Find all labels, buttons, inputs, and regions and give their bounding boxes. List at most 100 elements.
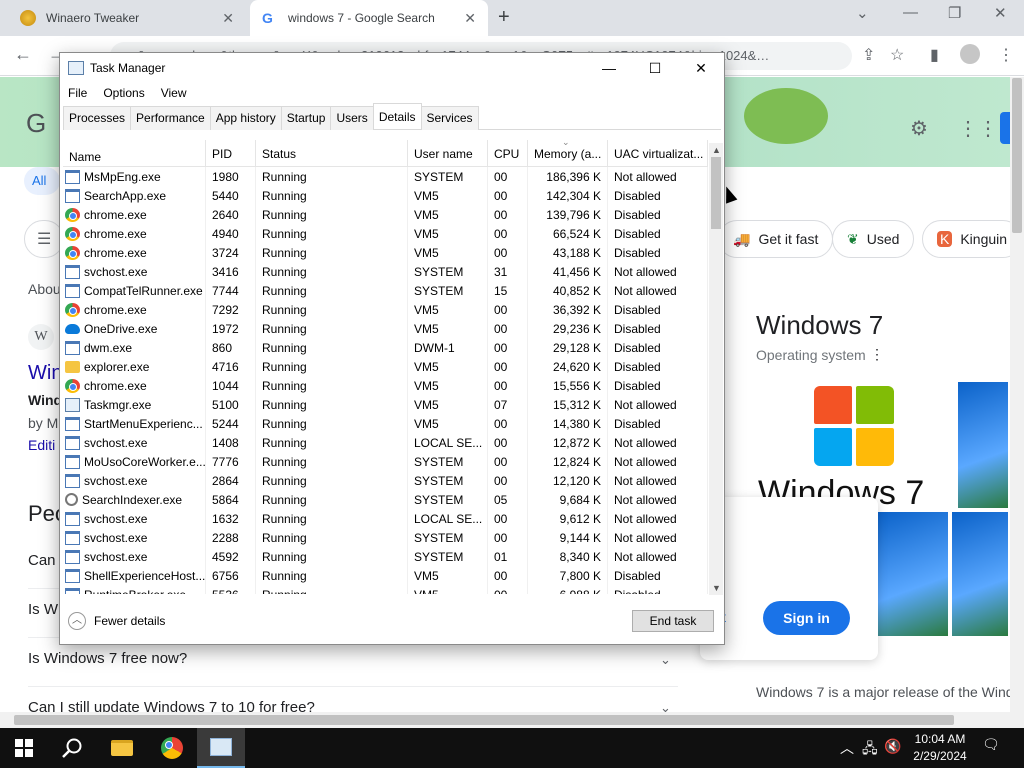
close-window-icon[interactable]: ✕ — [994, 4, 1007, 22]
table-row[interactable]: SearchIndexer.exe 5864 Running SYSTEM 05 9,68… — [63, 490, 708, 509]
column-header-name[interactable]: Name — [63, 140, 206, 166]
table-row[interactable]: svchost.exe 2288 Running SYSTEM 00 9,144 K Not… — [63, 528, 708, 547]
tab-processes[interactable]: Processes — [63, 106, 132, 130]
tab-close-icon[interactable]: ✕ — [222, 10, 234, 27]
table-row[interactable]: chrome.exe 2640 Running VM5 00 139,796 K Disab… — [63, 205, 708, 224]
bookmark-star-icon[interactable]: ☆ — [890, 45, 904, 65]
browser-menu-icon[interactable]: ⋮ — [998, 45, 1014, 65]
scroll-down-arrow-icon[interactable]: ▼ — [712, 583, 721, 593]
menu-options[interactable]: Options — [95, 83, 152, 105]
tab-services[interactable]: Services — [420, 106, 479, 130]
side-panel-icon[interactable]: ▮ — [930, 45, 939, 65]
table-row[interactable]: chrome.exe 4940 Running VM5 00 66,524 K Disabl… — [63, 224, 708, 243]
tab-google-search[interactable]: G windows 7 - Google Search ✕ — [250, 0, 488, 36]
column-header-pid[interactable]: PID — [206, 140, 256, 166]
kp-thumbnail[interactable] — [952, 512, 1008, 636]
minimize-icon[interactable]: — — [903, 4, 918, 21]
tm-minimize-icon[interactable]: — — [586, 53, 632, 83]
tab-search-chevron-icon[interactable]: ⌄ — [856, 4, 869, 22]
tab-winaero-tweaker[interactable]: Winaero Tweaker ✕ — [8, 0, 246, 36]
table-row[interactable]: svchost.exe 2864 Running SYSTEM 00 12,120 K No… — [63, 471, 708, 490]
column-header-status[interactable]: Status — [256, 140, 408, 166]
table-row[interactable]: MoUsoCoreWorker.e... 7776 Running SYSTEM 00 1… — [63, 452, 708, 471]
table-row[interactable]: dwm.exe 860 Running DWM-1 00 29,128 K Disabled — [63, 338, 708, 357]
start-windows-icon[interactable] — [0, 728, 48, 768]
table-row[interactable]: Taskmgr.exe 5100 Running VM5 07 15,312 K Not a… — [63, 395, 708, 414]
table-row[interactable]: explorer.exe 4716 Running VM5 00 24,620 K Disa… — [63, 357, 708, 376]
faq-item[interactable]: Is Wi — [28, 601, 61, 618]
table-row[interactable]: chrome.exe 3724 Running VM5 00 43,188 K Disabl… — [63, 243, 708, 262]
table-row[interactable]: ShellExperienceHost... 6756 Running VM5 00 7,… — [63, 566, 708, 585]
table-row[interactable]: MsMpEng.exe 1980 Running SYSTEM 00 186,396 KN… — [63, 167, 708, 186]
process-name-cell: OneDrive.exe — [63, 319, 206, 338]
taskbar-clock[interactable]: 10:04 AM 2/29/2024 — [908, 731, 972, 765]
table-row[interactable]: RuntimeBroker.exe 5536RunningVM5006,988 K… — [63, 585, 708, 594]
table-row[interactable]: svchost.exe 1408 Running LOCAL SE... 00 12,87… — [63, 433, 708, 452]
tab-users[interactable]: Users — [330, 106, 374, 130]
search-tools-filter-icon[interactable]: ☰ — [24, 220, 64, 258]
faq-expand-chevron-icon[interactable]: ⌄ — [660, 652, 671, 668]
tab-startup[interactable]: Startup — [280, 106, 332, 130]
faq-item[interactable]: Can — [28, 552, 56, 569]
chip-used[interactable]: ❦ Used — [832, 220, 915, 258]
new-tab-plus-icon[interactable]: + — [498, 6, 510, 29]
tab-performance[interactable]: Performance — [130, 106, 211, 130]
chip-get-it-fast[interactable]: 🚚 Get it fast — [718, 220, 834, 258]
taskbar-search-icon[interactable] — [48, 728, 96, 768]
table-row[interactable]: OneDrive.exe 1972 Running VM5 00 29,236 K Disa… — [63, 319, 708, 338]
table-row[interactable]: StartMenuExperienc... 5244 Running VM5 00 14,… — [63, 414, 708, 433]
google-account-avatar[interactable] — [1000, 112, 1010, 144]
result-title-fragment[interactable]: Win — [28, 362, 62, 385]
faq-item[interactable]: Is Windows 7 free now? — [28, 650, 187, 667]
user-name-cell: VM5 — [408, 414, 488, 433]
tab-close-icon[interactable]: ✕ — [464, 10, 476, 27]
tab-details[interactable]: Details — [372, 103, 422, 128]
process-name-text: chrome.exe — [84, 226, 147, 241]
settings-gear-icon[interactable]: ⚙ — [910, 116, 928, 141]
kp-thumbnail[interactable] — [878, 512, 948, 636]
task-manager-taskbar-icon[interactable] — [197, 728, 245, 768]
table-row[interactable]: CompatTelRunner.exe 7744 Running SYSTEM 15 40… — [63, 281, 708, 300]
restore-icon[interactable]: ❐ — [948, 4, 961, 22]
table-row[interactable]: svchost.exe 3416 Running SYSTEM 31 41,456 K No… — [63, 262, 708, 281]
chrome-taskbar-icon[interactable] — [148, 728, 196, 768]
profile-avatar-icon[interactable] — [960, 44, 980, 64]
network-icon[interactable]: 🖧 — [862, 738, 878, 762]
file-explorer-icon[interactable] — [98, 728, 146, 768]
result-link-fragment[interactable]: Editi — [28, 437, 55, 453]
volume-muted-icon[interactable]: 🔇 — [884, 738, 901, 755]
windows7-logo-image[interactable]: Windows 7 — [756, 382, 956, 510]
table-row[interactable]: chrome.exe 7292 Running VM5 00 36,392 K Disabl… — [63, 300, 708, 319]
kp-thumbnail[interactable] — [958, 382, 1008, 508]
column-header-user[interactable]: User name — [408, 140, 488, 166]
table-row[interactable]: chrome.exe 1044 Running VM5 00 15,556 K Disabl… — [63, 376, 708, 395]
column-header-uac[interactable]: UAC virtualizat... — [608, 140, 708, 166]
end-task-button[interactable]: End task — [632, 610, 714, 632]
table-row[interactable]: svchost.exe 4592 Running SYSTEM 01 8,340 K Not… — [63, 547, 708, 566]
scroll-up-arrow-icon[interactable]: ▲ — [712, 145, 721, 155]
more-options-icon[interactable]: ⋮ — [870, 346, 884, 363]
horizontal-scroll-thumb[interactable] — [14, 715, 954, 725]
vertical-scroll-thumb[interactable] — [1012, 78, 1022, 233]
share-icon[interactable]: ⇪ — [862, 45, 875, 65]
leaf-icon: ❦ — [847, 230, 859, 247]
tab-all[interactable]: All — [24, 167, 60, 195]
sign-in-button[interactable]: Sign in — [763, 601, 850, 635]
google-apps-grid-icon[interactable]: ⋮⋮ — [958, 116, 998, 141]
fewer-details-toggle[interactable]: ︿ Fewer details — [68, 612, 165, 630]
table-row[interactable]: svchost.exe 1632 Running LOCAL SE... 00 9,612… — [63, 509, 708, 528]
column-header-cpu[interactable]: CPU — [488, 140, 528, 166]
uac-cell: Disabled — [608, 243, 708, 262]
table-row[interactable]: SearchApp.exe 5440 Running VM5 00 142,304 K Di… — [63, 186, 708, 205]
tm-maximize-icon[interactable]: ☐ — [632, 53, 678, 83]
table-scroll-thumb[interactable] — [711, 157, 721, 229]
menu-view[interactable]: View — [153, 83, 195, 105]
chip-kinguin[interactable]: K Kinguin — [922, 220, 1023, 258]
pid-cell: 5100 — [206, 395, 256, 414]
tab-app-history[interactable]: App history — [209, 106, 282, 130]
back-arrow-icon[interactable]: ← — [14, 44, 32, 65]
menu-file[interactable]: File — [60, 83, 95, 105]
tm-close-icon[interactable]: ✕ — [678, 53, 724, 83]
notification-center-icon[interactable]: 🗨 — [982, 736, 1000, 753]
tray-overflow-chevron-icon[interactable]: ︿ — [840, 738, 854, 758]
